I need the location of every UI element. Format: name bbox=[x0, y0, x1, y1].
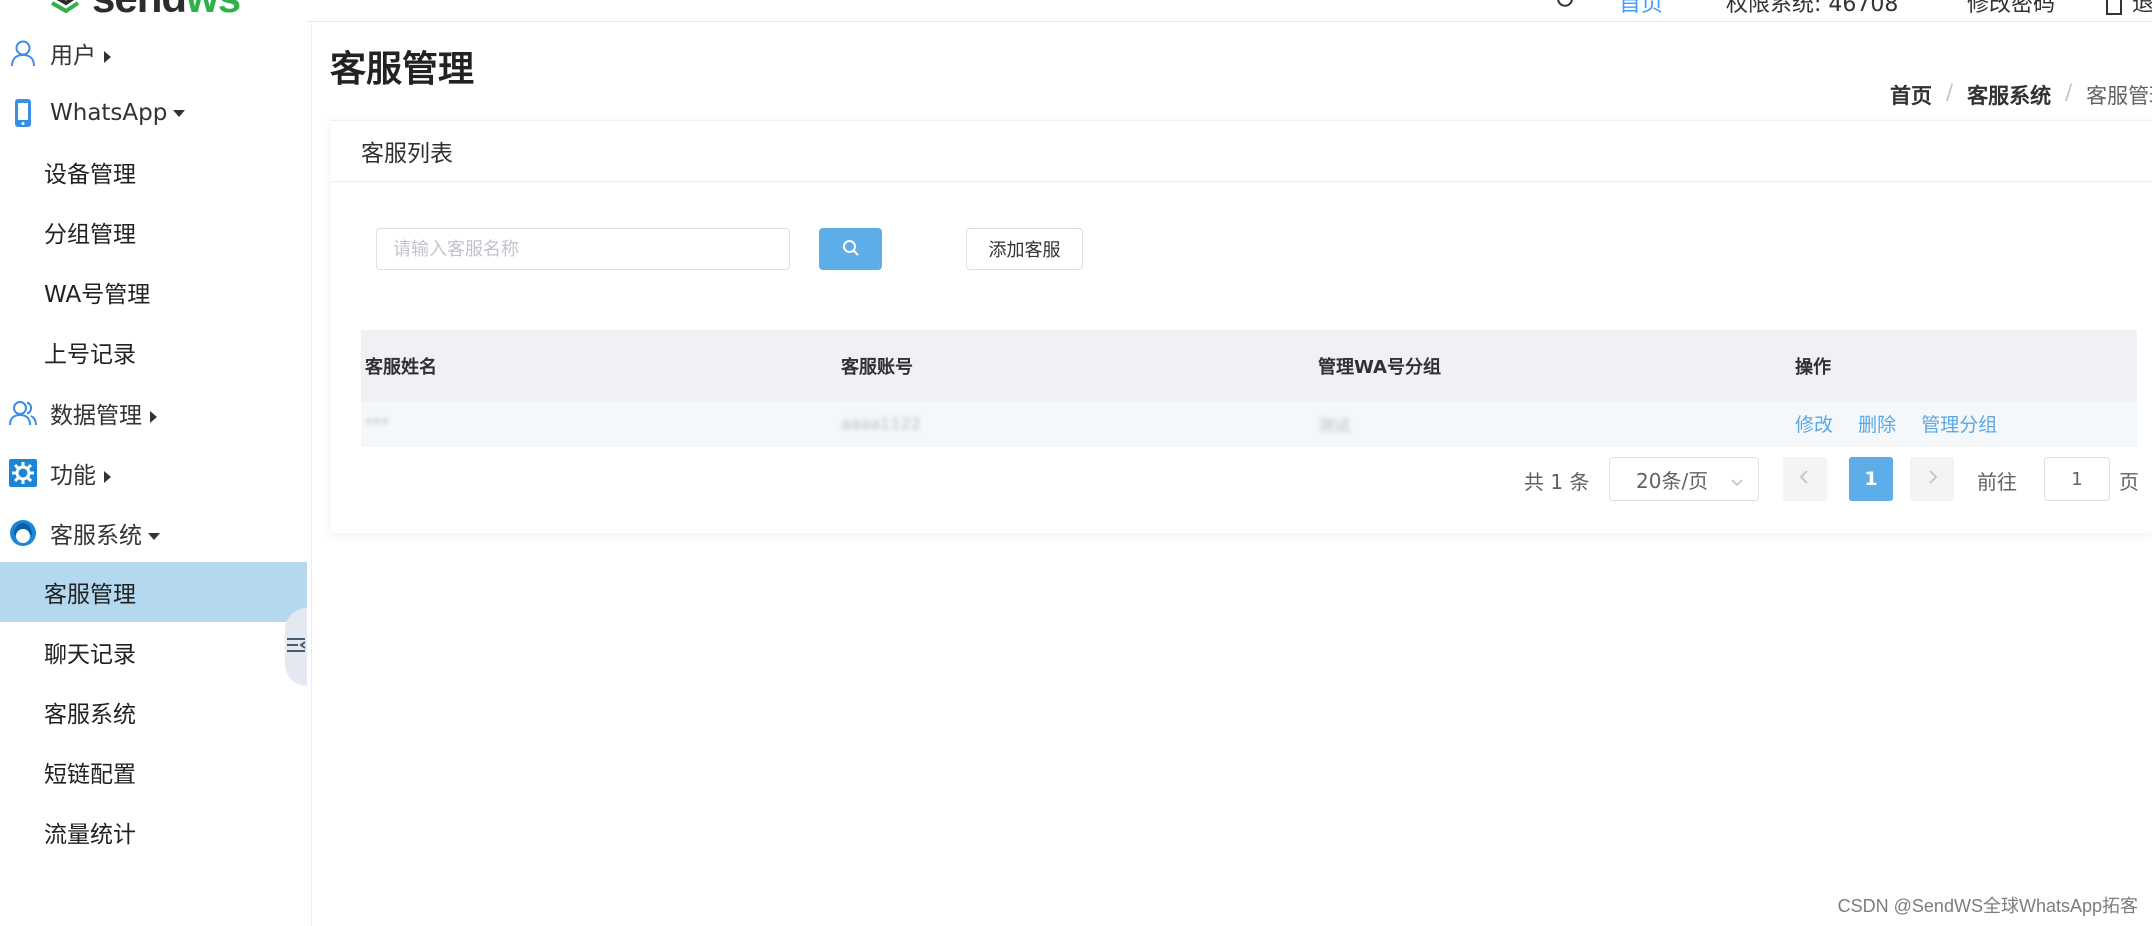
logout-link[interactable]: 退出 bbox=[2105, 0, 2152, 18]
sidebar-item-label: 流量统计 bbox=[44, 822, 136, 848]
logo-mark-icon bbox=[48, 0, 82, 15]
sidebar-item-label: 客服系统 bbox=[44, 702, 136, 728]
column-header-actions: 操作 bbox=[1795, 357, 1831, 378]
search-icon bbox=[842, 239, 860, 260]
breadcrumb-cs-system[interactable]: 客服系统 bbox=[1967, 80, 2051, 110]
column-header-name: 客服姓名 bbox=[365, 357, 437, 378]
page-size-value: 20条/页 bbox=[1636, 468, 1709, 493]
cell-account: aaaa1122 bbox=[841, 414, 921, 433]
sidebar-collapse-toggle[interactable] bbox=[285, 608, 307, 686]
pagination: 共 1 条 20条/页 1 前往 页 bbox=[331, 456, 2152, 502]
menu-whatsapp-label: WhatsApp bbox=[50, 100, 168, 126]
sidebar-item-device-mgmt[interactable]: 设备管理 bbox=[0, 142, 307, 202]
cs-table: 客服姓名 客服账号 管理WA号分组 操作 *** aaaa1122 测试 修改 … bbox=[361, 330, 2137, 446]
user-icon bbox=[8, 38, 38, 68]
refresh-icon[interactable] bbox=[1554, 0, 1576, 11]
breadcrumb-home[interactable]: 首页 bbox=[1890, 80, 1932, 110]
sidebar-item-label: WA号管理 bbox=[44, 282, 151, 308]
sidebar: sendws 用户 WhatsApp 设备管理 分组管理 WA号管理 上号记录 … bbox=[0, 0, 307, 926]
menu-whatsapp[interactable]: WhatsApp bbox=[0, 84, 307, 142]
collapse-icon bbox=[286, 637, 306, 657]
sidebar-item-label: 短链配置 bbox=[44, 762, 136, 788]
brand-logo[interactable]: sendws bbox=[48, 0, 241, 19]
sidebar-item-traffic-stats[interactable]: 流量统计 bbox=[0, 802, 307, 862]
top-bar: 首页 权限系统: 46708 修改密码 退出 bbox=[307, 0, 2152, 22]
cs-list-card: 客服列表 添加客服 客服姓名 客服账号 管理WA号分组 操作 *** aaaa1… bbox=[331, 120, 2152, 533]
page-number-current[interactable]: 1 bbox=[1849, 457, 1893, 501]
manage-group-link[interactable]: 管理分组 bbox=[1921, 414, 1997, 436]
column-header-wa-group: 管理WA号分组 bbox=[1318, 357, 1441, 378]
card-title: 客服列表 bbox=[331, 121, 2152, 182]
sidebar-item-label: 客服管理 bbox=[44, 582, 136, 608]
sidebar-item-cs-system[interactable]: 客服系统 bbox=[0, 682, 307, 742]
caret-right-icon bbox=[104, 50, 111, 63]
sidebar-item-wa-number-mgmt[interactable]: WA号管理 bbox=[0, 262, 307, 322]
cell-wa-group: 测试 bbox=[1318, 415, 1351, 435]
breadcrumb: 首页 / 客服系统 / 客服管理 bbox=[1890, 80, 2152, 110]
change-password-link[interactable]: 修改密码 bbox=[1967, 0, 2055, 18]
page-size-select[interactable]: 20条/页 bbox=[1609, 457, 1759, 501]
menu-users[interactable]: 用户 bbox=[0, 24, 307, 82]
breadcrumb-separator: / bbox=[2065, 80, 2073, 104]
logout-icon bbox=[2105, 0, 2132, 17]
next-page-button[interactable] bbox=[1910, 457, 1954, 501]
topbar-permission: 权限系统: 46708 bbox=[1726, 0, 1899, 17]
page-title: 客服管理 bbox=[330, 49, 475, 90]
logout-label: 退出 bbox=[2132, 0, 2152, 17]
breadcrumb-separator: / bbox=[1946, 80, 1954, 104]
gear-icon bbox=[8, 458, 38, 488]
menu-features-label: 功能 bbox=[50, 463, 96, 489]
chevron-down-icon bbox=[1730, 470, 1744, 494]
sidebar-item-cs-mgmt[interactable]: 客服管理 bbox=[0, 562, 307, 622]
caret-down-icon bbox=[173, 110, 186, 117]
breadcrumb-current: 客服管理 bbox=[2086, 84, 2152, 108]
main-content: 客服管理 首页 / 客服系统 / 客服管理 客服列表 添加客服 客服姓名 客服账… bbox=[311, 24, 2152, 926]
goto-label: 前往 bbox=[1977, 470, 2017, 494]
menu-cs-system[interactable]: 客服系统 bbox=[0, 504, 307, 562]
page-unit-label: 页 bbox=[2119, 470, 2139, 494]
edit-link[interactable]: 修改 bbox=[1795, 414, 1833, 436]
menu-data-mgmt[interactable]: 数据管理 bbox=[0, 384, 307, 442]
topbar-home-link[interactable]: 首页 bbox=[1619, 0, 1663, 18]
add-cs-button[interactable]: 添加客服 bbox=[966, 228, 1083, 270]
prev-page-button[interactable] bbox=[1783, 457, 1827, 501]
cs-name-search-input[interactable] bbox=[376, 228, 790, 270]
customer-service-icon bbox=[8, 518, 38, 548]
delete-link[interactable]: 删除 bbox=[1858, 414, 1896, 436]
menu-users-label: 用户 bbox=[50, 43, 96, 69]
pagination-total: 共 1 条 bbox=[1524, 470, 1590, 494]
goto-page-input[interactable] bbox=[2044, 457, 2110, 501]
sidebar-item-label: 分组管理 bbox=[44, 222, 136, 248]
watermark: CSDN @SendWS全球WhatsApp拓客 bbox=[1837, 896, 2138, 916]
chevron-right-icon bbox=[1925, 469, 1939, 489]
caret-down-icon bbox=[148, 533, 160, 540]
caret-right-icon bbox=[104, 470, 111, 483]
cell-name: *** bbox=[365, 414, 389, 433]
cell-actions: 修改 删除 管理分组 bbox=[1791, 410, 2137, 437]
logo-text: sendws bbox=[92, 0, 241, 19]
caret-right-icon bbox=[150, 410, 157, 423]
chevron-left-icon bbox=[1798, 469, 1812, 489]
column-header-account: 客服账号 bbox=[841, 357, 913, 378]
sidebar-item-shortlink-config[interactable]: 短链配置 bbox=[0, 742, 307, 802]
phone-icon bbox=[8, 98, 38, 128]
table-row: *** aaaa1122 测试 修改 删除 管理分组 bbox=[361, 402, 2137, 446]
sidebar-item-label: 上号记录 bbox=[44, 342, 136, 368]
menu-data-mgmt-label: 数据管理 bbox=[50, 403, 142, 429]
users-icon bbox=[8, 398, 38, 428]
sidebar-item-login-records[interactable]: 上号记录 bbox=[0, 322, 307, 382]
sidebar-item-group-mgmt[interactable]: 分组管理 bbox=[0, 202, 307, 262]
table-header: 客服姓名 客服账号 管理WA号分组 操作 bbox=[361, 330, 2137, 402]
search-button[interactable] bbox=[819, 228, 882, 270]
sidebar-item-chat-records[interactable]: 聊天记录 bbox=[0, 622, 307, 682]
sidebar-item-label: 聊天记录 bbox=[44, 642, 136, 668]
menu-features[interactable]: 功能 bbox=[0, 444, 307, 502]
menu-cs-system-label: 客服系统 bbox=[50, 523, 142, 549]
sidebar-item-label: 设备管理 bbox=[44, 162, 136, 188]
